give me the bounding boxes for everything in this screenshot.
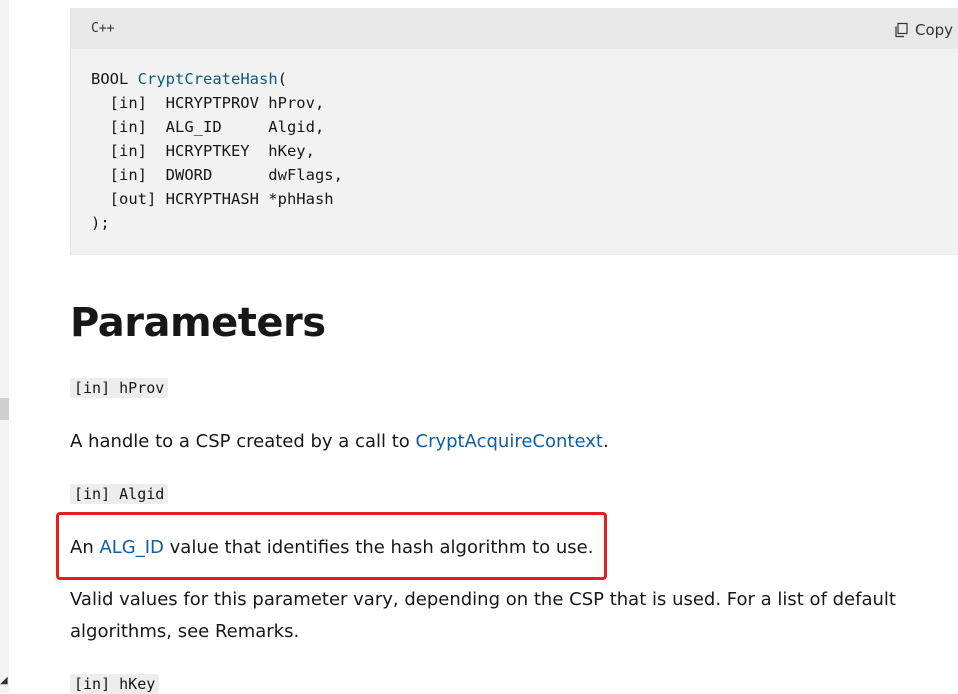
param-desc-algid-valid-values: Valid values for this parameter vary, de… bbox=[70, 589, 896, 642]
copy-icon bbox=[893, 22, 909, 38]
code-function-name: CryptCreateHash bbox=[137, 70, 278, 88]
section-heading: Parameters bbox=[70, 300, 326, 346]
highlight-box bbox=[56, 512, 607, 580]
link-cryptacquirecontext[interactable]: CryptAcquireContext bbox=[416, 431, 603, 452]
resize-corner-icon: ◢ bbox=[0, 675, 8, 686]
code-language-label: C++ bbox=[91, 21, 115, 36]
param-label-algid: [in] Algid bbox=[70, 484, 169, 504]
code-block: C++ Copy BOOL CryptCreateHash( [in] HCRY… bbox=[70, 8, 958, 255]
code-line-5: [in] DWORD dwFlags, bbox=[91, 166, 343, 184]
param-desc-hprov-suffix: . bbox=[602, 431, 609, 452]
left-scrollbar[interactable]: ◢ bbox=[0, 0, 9, 693]
scrollbar-thumb[interactable] bbox=[0, 398, 9, 420]
code-line-1: BOOL CryptCreateHash( bbox=[91, 70, 287, 88]
copy-button[interactable]: Copy bbox=[893, 19, 953, 41]
code-line-3: [in] ALG_ID Algid, bbox=[91, 118, 325, 136]
param-desc-hprov-text: A handle to a CSP created by a call to bbox=[70, 431, 416, 452]
code-line-6: [out] HCRYPTHASH *phHash bbox=[91, 190, 334, 208]
code-open-paren: ( bbox=[277, 70, 287, 88]
code-body: BOOL CryptCreateHash( [in] HCRYPTPROV hP… bbox=[71, 49, 958, 235]
code-type-bool: BOOL bbox=[91, 70, 138, 88]
param-label-hprov: [in] hProv bbox=[70, 378, 169, 398]
code-block-header: C++ Copy bbox=[71, 9, 958, 49]
code-line-7: ); bbox=[91, 214, 110, 232]
copy-button-label: Copy bbox=[915, 21, 954, 39]
code-line-4: [in] HCRYPTKEY hKey, bbox=[91, 142, 315, 160]
code-line-2: [in] HCRYPTPROV hProv, bbox=[91, 94, 325, 112]
param-label-hkey: [in] hKey bbox=[70, 674, 160, 694]
param-desc-hprov: A handle to a CSP created by a call to C… bbox=[70, 426, 940, 458]
